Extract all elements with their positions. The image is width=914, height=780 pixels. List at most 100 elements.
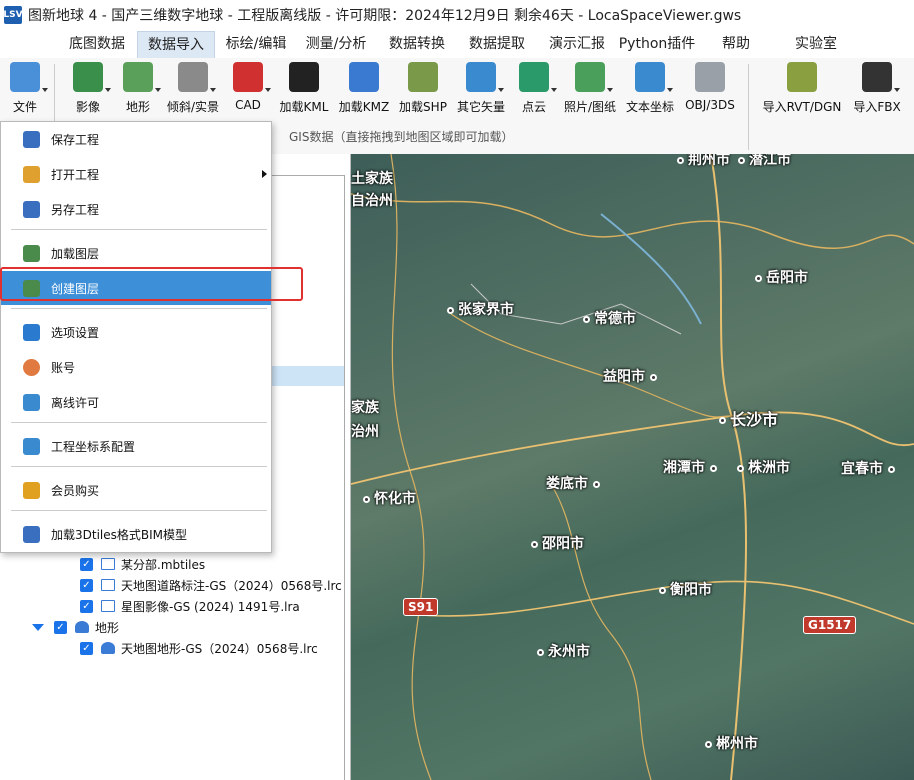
load-kmz-button[interactable]: 加载KMZ (338, 60, 390, 116)
region-label: 自治州 (351, 193, 393, 209)
menu-item-label: 加载图层 (51, 246, 100, 261)
menu-item-label: 另存工程 (51, 202, 100, 217)
map-view[interactable]: 荆州市 潜江市 土家族 自治州 岳阳市 张家界市 常德市 益阳市 长沙市 家族 … (351, 154, 914, 780)
cad-button[interactable]: CAD (230, 60, 271, 116)
menu-presentation[interactable]: 演示汇报 (540, 33, 614, 55)
kml-icon (289, 62, 319, 92)
import-fbx-label: 导入FBX (853, 100, 901, 114)
menu-item-options[interactable]: 选项设置 (1, 315, 271, 349)
road-line (450, 313, 732, 418)
oblique-model-button[interactable]: 倾斜/实景 (164, 60, 222, 116)
image-layer-label: 影像 (75, 100, 100, 114)
obj-model-icon (695, 62, 725, 92)
import-fbx-button[interactable]: 导入FBX (852, 60, 902, 116)
obj-3ds-button[interactable]: OBJ/3DS (684, 60, 736, 116)
region-label: 家族 (351, 400, 379, 416)
import-rvt-dgn-button[interactable]: 导入RVT/DGN (762, 60, 842, 116)
shp-icon (408, 62, 438, 92)
cad-icon (233, 62, 271, 92)
terrain-label: 地形 (125, 100, 150, 114)
menu-plot-edit[interactable]: 标绘/编辑 (218, 33, 294, 55)
menu-measure-analysis[interactable]: 测量/分析 (298, 33, 374, 55)
file-button[interactable]: 文件 (6, 60, 48, 116)
layer-tree-row[interactable]: ✓ 天地图地形-GS（2024）0568号.lrc (80, 638, 318, 658)
menu-item-label: 离线许可 (51, 395, 100, 410)
menu-data-extract[interactable]: 数据提取 (460, 33, 534, 55)
menu-item-offline-license[interactable]: 离线许可 (1, 385, 271, 419)
menu-separator (11, 466, 267, 467)
save-icon (23, 130, 40, 148)
menu-lab[interactable]: 实验室 (786, 33, 846, 55)
menu-item-label: 打开工程 (51, 167, 100, 182)
obj-3ds-label: OBJ/3DS (685, 98, 735, 112)
menu-data-convert[interactable]: 数据转换 (380, 33, 454, 55)
point-cloud-button[interactable]: 点云 (516, 60, 557, 116)
file-icon (10, 62, 48, 92)
menu-basemap[interactable]: 底图数据 (60, 33, 134, 55)
window-title: 图新地球 4 - 国产三维数字地球 - 工程版离线版 - 许可期限：2024年1… (28, 8, 742, 24)
load-kmz-label: 加载KMZ (338, 100, 390, 114)
city-dot-icon (649, 373, 657, 381)
bim-model-icon (23, 525, 40, 543)
settings-icon (23, 323, 40, 341)
photo-drawing-label: 照片/图纸 (563, 100, 617, 114)
expand-arrow-icon[interactable] (32, 623, 44, 631)
cad-label: CAD (235, 98, 261, 112)
menu-item-coordinate-config[interactable]: 工程坐标系配置 (1, 429, 271, 463)
menu-item-load-bim[interactable]: 加载3Dtiles格式BIM模型 (1, 517, 271, 551)
menu-item-save-as-project[interactable]: 另存工程 (1, 192, 271, 226)
city-dot-icon (737, 464, 744, 472)
road-shield-badge: G1517 (803, 616, 857, 634)
city-dot-icon (531, 540, 538, 548)
menu-python-plugin[interactable]: Python插件 (613, 33, 701, 55)
submenu-arrow-icon (262, 170, 267, 178)
city-dot-icon (705, 740, 712, 748)
menu-data-import[interactable]: 数据导入 (137, 31, 215, 58)
monitor-icon (101, 558, 115, 570)
layer-tree-row[interactable]: ✓ 某分部.mbtiles (80, 554, 205, 574)
city-label: 荆州市 (677, 154, 730, 169)
load-kml-label: 加载KML (279, 100, 329, 114)
other-vector-label: 其它矢量 (456, 100, 505, 114)
menu-item-label: 会员购买 (51, 483, 100, 498)
photo-icon (575, 62, 613, 92)
annotation-highlight-box (0, 267, 303, 301)
menu-item-load-layer[interactable]: 加载图层 (1, 236, 271, 270)
menu-item-account[interactable]: 账号 (1, 350, 271, 384)
load-kml-button[interactable]: 加载KML (278, 60, 330, 116)
layer-checkbox[interactable]: ✓ (80, 599, 93, 613)
city-dot-icon (738, 156, 745, 164)
other-vector-button[interactable]: 其它矢量 (456, 60, 506, 116)
menu-item-save-project[interactable]: 保存工程 (1, 122, 271, 156)
city-dot-icon (709, 464, 717, 472)
layer-group-row[interactable]: ✓ 地形 (32, 617, 119, 637)
import-rvt-dgn-label: 导入RVT/DGN (762, 100, 842, 114)
layer-checkbox[interactable]: ✓ (54, 620, 67, 634)
terrain-button[interactable]: 地形 (118, 60, 161, 116)
city-label: 湘潭市 (663, 457, 721, 477)
photo-drawing-button[interactable]: 照片/图纸 (562, 60, 618, 116)
layer-checkbox[interactable]: ✓ (80, 641, 93, 655)
text-coordinate-button[interactable]: 文本坐标 (624, 60, 676, 116)
region-label: 治州 (351, 424, 379, 440)
oblique-model-label: 倾斜/实景 (166, 100, 220, 114)
ribbon-separator (748, 64, 749, 150)
image-layer-button[interactable]: 影像 (68, 60, 111, 116)
panel-divider (268, 175, 344, 176)
layer-tree-row[interactable]: ✓ 星图影像-GS (2024) 1491号.lra (80, 596, 300, 616)
menu-item-open-project[interactable]: 打开工程 (1, 157, 271, 191)
file-button-label: 文件 (12, 100, 37, 114)
menu-help[interactable]: 帮助 (713, 33, 759, 55)
layer-checkbox[interactable]: ✓ (80, 557, 93, 571)
city-label: 娄底市 (546, 473, 604, 493)
menu-bar: 底图数据 数据导入 标绘/编辑 测量/分析 数据转换 数据提取 演示汇报 Pyt… (0, 30, 914, 59)
city-dot-icon (887, 465, 895, 473)
load-layer-icon (23, 244, 40, 262)
city-label: 益阳市 (603, 366, 661, 386)
load-shp-button[interactable]: 加载SHP (398, 60, 448, 116)
menu-item-member-purchase[interactable]: 会员购买 (1, 473, 271, 507)
layer-tree-row[interactable]: ✓ 天地图道路标注-GS（2024）0568号.lrc (80, 575, 342, 595)
road-line (351, 411, 914, 485)
layer-checkbox[interactable]: ✓ (80, 578, 93, 592)
point-cloud-label: 点云 (521, 100, 546, 114)
